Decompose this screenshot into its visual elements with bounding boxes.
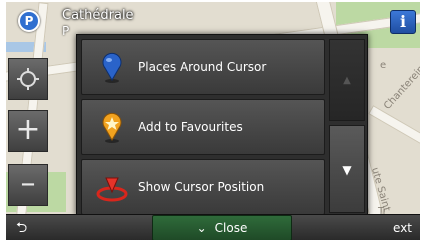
location-subtitle: P — [62, 24, 70, 38]
cursor-menu-popup: Places Around Cursor Add to Favourites S… — [76, 34, 368, 216]
map-road — [368, 105, 420, 149]
zoom-out-button[interactable]: – — [8, 164, 48, 206]
info-button[interactable]: i — [390, 10, 416, 34]
gold-star-pin-icon — [102, 112, 122, 143]
next-button[interactable]: ext — [393, 217, 412, 239]
chevron-down-icon: ⌄ — [196, 221, 207, 235]
menu-item-places-around-cursor[interactable]: Places Around Cursor — [81, 39, 325, 95]
menu-item-label: Places Around Cursor — [138, 60, 267, 74]
menu-item-show-cursor-position[interactable]: Show Cursor Position — [81, 159, 325, 215]
map-street-label: Chantereine — [382, 59, 420, 112]
scroll-down-button[interactable]: ▼ — [329, 125, 365, 213]
menu-item-add-to-favourites[interactable]: Add to Favourites — [81, 99, 325, 155]
zoom-in-button[interactable]: + — [8, 110, 48, 152]
bottom-bar: ⮌ ⌄ Close ext — [6, 214, 420, 240]
parking-poi-icon[interactable]: P — [18, 10, 40, 32]
menu-scrollbar[interactable]: ▲ ▼ — [329, 39, 365, 213]
location-title: Cathédrale — [62, 8, 134, 23]
close-button[interactable]: ⌄ Close — [152, 215, 292, 240]
locate-button[interactable] — [8, 58, 48, 100]
menu-item-label: Show Cursor Position — [138, 180, 265, 194]
crosshair-icon — [17, 68, 39, 90]
back-button[interactable]: ⮌ — [16, 217, 66, 239]
top-bar: P Cathédrale P i — [6, 2, 420, 38]
menu-item-label: Add to Favourites — [138, 120, 243, 134]
map-street-label: e — [380, 60, 387, 71]
close-label: Close — [214, 221, 248, 235]
menu-list: Places Around Cursor Add to Favourites S… — [81, 39, 325, 219]
red-cursor-icon — [96, 177, 128, 202]
navigation-screen: Chantereine e ute Saint Tr P Cathédrale … — [6, 2, 420, 240]
scroll-up-button[interactable]: ▲ — [329, 39, 365, 121]
blue-pin-icon — [102, 52, 122, 83]
